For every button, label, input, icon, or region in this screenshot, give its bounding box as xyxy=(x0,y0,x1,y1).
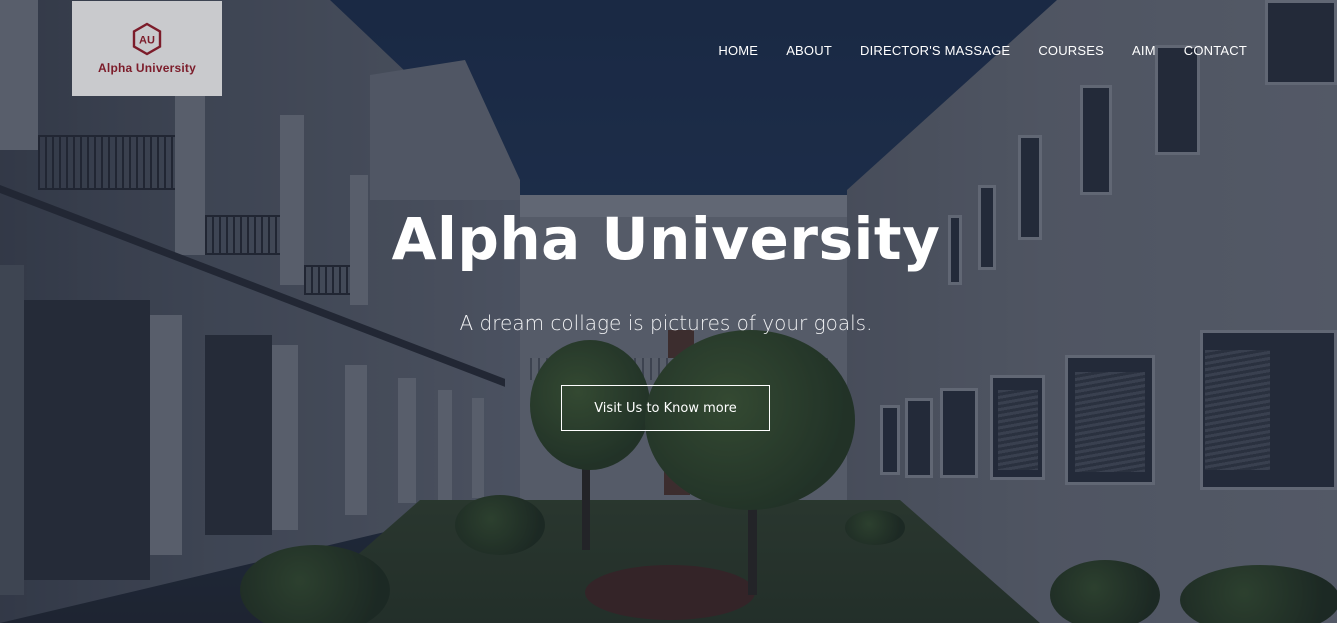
nav-aim[interactable]: AIM xyxy=(1132,43,1156,58)
nav-contact[interactable]: CONTACT xyxy=(1184,43,1247,58)
hexagon-monogram-icon: AU xyxy=(132,22,162,56)
svg-text:AU: AU xyxy=(139,35,155,47)
site-logo[interactable]: AU Alpha University xyxy=(72,1,222,96)
nav-directors-message[interactable]: DIRECTOR'S MASSAGE xyxy=(860,43,1010,58)
hero-title: Alpha University xyxy=(391,205,941,273)
nav-home[interactable]: HOME xyxy=(718,43,758,58)
hero-subtitle: A dream collage is pictures of your goal… xyxy=(459,311,873,335)
nav-about[interactable]: ABOUT xyxy=(786,43,832,58)
nav-courses[interactable]: COURSES xyxy=(1038,43,1104,58)
visit-us-button[interactable]: Visit Us to Know more xyxy=(561,385,770,431)
logo-wordmark: Alpha University xyxy=(98,61,196,75)
main-navigation: HOME ABOUT DIRECTOR'S MASSAGE COURSES AI… xyxy=(718,43,1247,58)
